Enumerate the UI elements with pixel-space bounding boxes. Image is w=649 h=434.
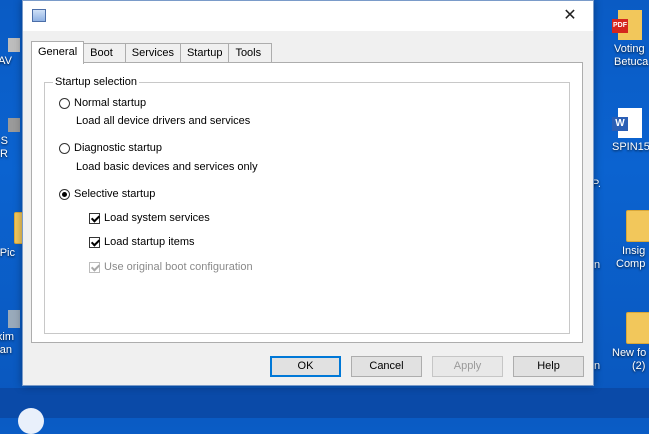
desktop-icon-insig[interactable]: Insig Comp [600, 210, 649, 271]
tab-general[interactable]: General [31, 41, 85, 64]
desktop-icon-label: Betuca [614, 56, 649, 68]
radio-label: Selective startup [74, 188, 156, 200]
desktop-icon-label: Comp [616, 258, 646, 270]
diagnostic-startup-radio[interactable]: Diagnostic startup [59, 142, 162, 154]
tab-strip: General Boot Services Startup Tools [31, 41, 273, 64]
word-document-icon: W [612, 108, 642, 138]
tab-startup[interactable]: Startup [179, 43, 230, 63]
checkbox[interactable] [89, 236, 100, 248]
tab-tools[interactable]: Tools [228, 43, 273, 63]
cancel-button[interactable]: Cancel [351, 356, 422, 377]
system-configuration-dialog: ✕ General Boot Services Startup Tools St… [22, 0, 594, 386]
selective-startup-radio[interactable]: Selective startup [59, 188, 155, 200]
startup-selection-group: Startup selection Normal startup Load al… [44, 76, 570, 334]
desktop-icon-label: (2) [632, 360, 646, 372]
title-bar[interactable]: ✕ [23, 1, 593, 31]
desktop-edge-text: n [594, 259, 601, 271]
diagnostic-startup-description: Load basic devices and services only [76, 161, 258, 173]
shortcut-icon [8, 118, 20, 132]
desktop-icon-new-folder[interactable]: New fo (2) [600, 312, 649, 373]
checkbox [89, 261, 100, 273]
help-button[interactable]: Help [513, 356, 584, 377]
general-tab-panel: Startup selection Normal startup Load al… [31, 62, 583, 343]
folder-icon [626, 312, 649, 344]
desktop-icon-spin15[interactable]: W SPIN15. [600, 108, 649, 154]
use-original-boot-config-checkbox: Use original boot configuration [89, 261, 253, 273]
desktop-icon-label: SPIN15. [612, 141, 649, 153]
radio-button[interactable] [59, 188, 70, 200]
shortcut-icon [8, 38, 20, 52]
normal-startup-description: Load all device drivers and services [76, 115, 251, 127]
group-title: Startup selection [53, 76, 139, 88]
load-startup-items-checkbox[interactable]: Load startup items [89, 236, 195, 248]
pdf-file-icon: PDF [612, 10, 642, 40]
checkbox[interactable] [89, 212, 100, 224]
tab-boot[interactable]: Boot [83, 43, 126, 63]
checkbox-label: Load startup items [104, 236, 195, 248]
taskbar [0, 388, 649, 418]
desktop-icon-label: Insig [622, 245, 646, 257]
close-button[interactable]: ✕ [547, 1, 593, 31]
desktop-edge-text: n [594, 360, 601, 372]
radio-button[interactable] [59, 97, 70, 109]
start-button[interactable] [18, 408, 44, 434]
radio-label: Diagnostic startup [74, 142, 163, 154]
msconfig-app-icon [32, 9, 46, 22]
tab-services[interactable]: Services [124, 43, 181, 63]
radio-button[interactable] [59, 142, 70, 154]
shortcut-icon [8, 310, 20, 328]
folder-icon [626, 210, 649, 242]
radio-label: Normal startup [74, 97, 147, 109]
apply-button: Apply [432, 356, 503, 377]
desktop-icon-label: Voting [614, 43, 645, 55]
load-system-services-checkbox[interactable]: Load system services [89, 212, 210, 224]
checkbox-label: Use original boot configuration [104, 261, 253, 273]
normal-startup-radio[interactable]: Normal startup [59, 97, 146, 109]
checkbox-label: Load system services [104, 212, 210, 224]
ok-button[interactable]: OK [270, 356, 341, 377]
desktop-icon-label: New fo [612, 347, 647, 359]
desktop-icon-voting[interactable]: PDF Voting Betuca [600, 10, 649, 69]
